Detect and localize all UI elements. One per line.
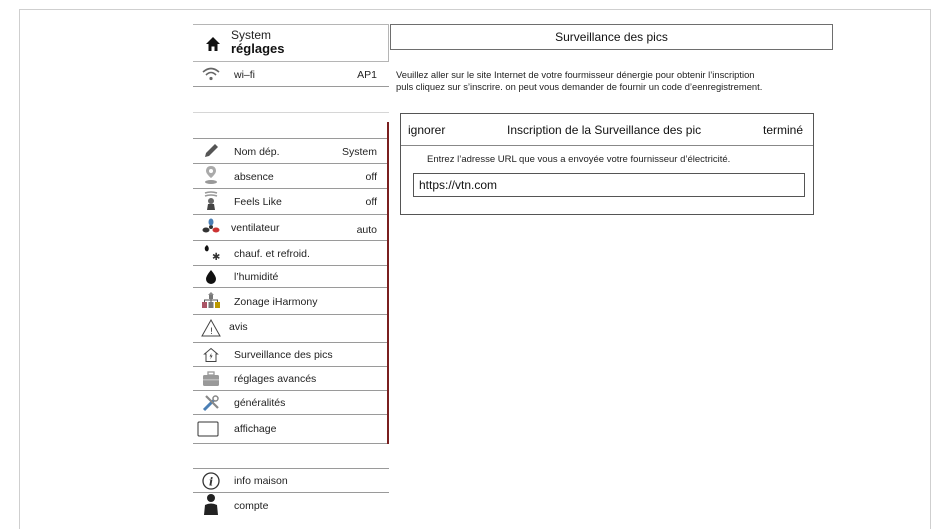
divider — [193, 112, 389, 113]
info-icon: i — [201, 472, 221, 490]
warning-triangle-icon: ! — [201, 319, 221, 337]
sidebar-item-label: Nom dép. — [234, 146, 280, 158]
sidebar-item-heat-cool[interactable]: ✱ chauf. et refroid. — [193, 241, 389, 266]
sidebar-item-label: Zonage iHarmony — [234, 296, 318, 308]
sidebar-item-home-info[interactable]: i info maison — [193, 469, 389, 493]
sidebar-item-alerts[interactable]: ! avis — [193, 315, 389, 343]
sidebar-item-label: Surveillance des pics — [234, 349, 333, 361]
sidebar-item-label: info maison — [234, 475, 288, 487]
sidebar-item-peak-monitoring[interactable]: Surveillance des pics — [193, 343, 389, 367]
sidebar-item-feels-like[interactable]: Feels Like off — [193, 189, 389, 215]
sidebar-item-label: généralités — [234, 397, 286, 409]
sidebar-item-away[interactable]: absence off — [193, 164, 389, 189]
wifi-value: AP1 — [357, 69, 377, 81]
sidebar-spacer — [193, 444, 389, 469]
sidebar-item-wifi[interactable]: wi–fi AP1 — [193, 62, 389, 87]
sidebar-item-device-name[interactable]: Nom dép. System — [193, 139, 389, 164]
sidebar-item-advanced-settings[interactable]: réglages avancés — [193, 367, 389, 391]
intro-text: Veuillez aller sur le site Internet de v… — [396, 69, 846, 93]
location-pin-icon — [201, 166, 221, 184]
ignore-button[interactable]: ignorer — [408, 123, 445, 137]
sidebar-item-humidity[interactable]: l’humidité — [193, 266, 389, 288]
sidebar-item-zoning[interactable]: Zonage iHarmony — [193, 288, 389, 315]
user-icon — [201, 494, 221, 515]
intro-line-2: puls cliquez sur s’inscrire. on peut vou… — [396, 81, 763, 92]
sidebar-item-label: Feels Like — [234, 196, 282, 208]
done-button[interactable]: terminé — [763, 123, 803, 137]
sidebar-item-label: l’humidité — [234, 271, 279, 283]
heat-cool-icon: ✱ — [201, 244, 221, 262]
house-bolt-icon — [201, 346, 221, 364]
sidebar-header-title: réglages — [231, 41, 285, 56]
url-instructions: Entrez l’adresse URL que vous a envoyée … — [427, 154, 731, 165]
svg-text:i: i — [209, 476, 213, 489]
sidebar-item-fan[interactable]: ventilateur auto — [193, 215, 389, 241]
dialog-title: Inscription de la Surveillance des pic — [507, 123, 702, 137]
settings-sidebar: System réglages wi–fi AP1 Nom dép. Syste… — [193, 24, 389, 515]
sidebar-item-label: wi–fi — [234, 69, 256, 81]
sidebar-item-display[interactable]: affichage — [193, 415, 389, 444]
dialog-header: ignorer Inscription de la Surveillance d… — [401, 114, 813, 146]
fan-value: auto — [356, 224, 377, 236]
sidebar-spacer — [193, 87, 389, 139]
toolbox-icon — [201, 370, 221, 388]
sidebar-item-label: réglages avancés — [234, 373, 317, 385]
sidebar-accent-bar — [387, 122, 389, 444]
svg-text:✱: ✱ — [212, 252, 220, 262]
sidebar-item-label: affichage — [234, 423, 277, 435]
sidebar-item-label: chauf. et refroid. — [234, 248, 310, 260]
sidebar-item-label: compte — [234, 500, 269, 512]
pencil-icon — [201, 142, 221, 160]
tools-icon — [201, 394, 221, 412]
sidebar-item-account[interactable]: compte — [193, 493, 389, 518]
sidebar-header-system: System — [231, 28, 272, 42]
display-icon — [197, 420, 219, 438]
zoning-icon — [201, 291, 221, 309]
fan-icon — [201, 218, 221, 236]
sidebar-item-label: ventilateur — [231, 222, 280, 234]
away-value: off — [365, 171, 377, 183]
sidebar-item-label: avis — [229, 321, 248, 333]
sidebar-item-label: absence — [234, 171, 274, 183]
wifi-icon — [201, 65, 221, 83]
registration-dialog: ignorer Inscription de la Surveillance d… — [400, 113, 814, 215]
sidebar-header: System réglages — [193, 24, 389, 62]
feels-like-value: off — [365, 196, 377, 208]
device-name-value: System — [341, 146, 377, 158]
url-input[interactable] — [413, 173, 805, 197]
page-title: Surveillance des pics — [390, 24, 833, 50]
page-title-text: Surveillance des pics — [555, 30, 668, 44]
intro-line-1: Veuillez aller sur le site Internet de v… — [396, 69, 755, 80]
svg-text:!: ! — [210, 327, 214, 337]
person-temperature-icon — [201, 191, 221, 210]
water-drop-icon — [201, 268, 221, 286]
home-icon[interactable] — [205, 36, 221, 52]
sidebar-item-general[interactable]: généralités — [193, 391, 389, 415]
